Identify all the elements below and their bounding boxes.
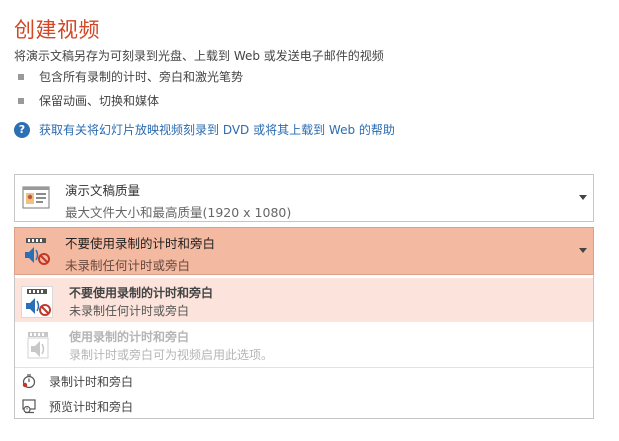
film-audio-icon [23, 330, 53, 360]
create-video-panel: 创建视频 将演示文稿另存为可刻录到光盘、上载到 Web 或发送电子邮件的视频 包… [0, 0, 619, 441]
option-description: 录制计时或旁白可为视频启用此选项。 [69, 348, 274, 362]
quality-label: 演示文稿质量 [65, 183, 141, 198]
page-title: 创建视频 [14, 18, 100, 42]
command-label: 预览计时和旁白 [49, 399, 134, 414]
preview-timing-icon [21, 398, 37, 414]
option-label: 使用录制的计时和旁白 [69, 330, 190, 344]
bullet-item: 包含所有录制的计时、旁白和激光笔势 [18, 68, 243, 85]
option-use-timing: 使用录制的计时和旁白 录制计时或旁白可为视频启用此选项。 [15, 324, 593, 366]
option-label: 不要使用录制的计时和旁白 [69, 286, 214, 300]
menu-divider [15, 367, 593, 368]
bullet-text: 包含所有录制的计时、旁白和激光笔势 [39, 70, 244, 84]
bullet-text: 保留动画、切换和媒体 [39, 94, 160, 108]
quality-description: 最大文件大小和最高质量(1920 x 1080) [65, 205, 292, 220]
help-link[interactable]: ? 获取有关将幻灯片放映视频刻录到 DVD 或将其上载到 Web 的帮助 [14, 121, 395, 138]
chevron-down-icon[interactable] [579, 195, 587, 200]
timing-label: 不要使用录制的计时和旁白 [65, 236, 216, 251]
option-description: 未录制任何计时或旁白 [69, 304, 190, 318]
help-question-icon: ? [14, 121, 30, 138]
timing-description: 未录制任何计时或旁白 [65, 258, 191, 273]
command-label: 录制计时和旁白 [49, 374, 134, 389]
film-audio-off-icon [21, 236, 51, 266]
option-no-timing[interactable]: 不要使用录制的计时和旁白 未录制任何计时或旁白 [15, 278, 593, 322]
bullet-square-icon [18, 73, 24, 80]
record-timing-command[interactable]: 录制计时和旁白 [15, 370, 593, 392]
quality-select[interactable]: 演示文稿质量 最大文件大小和最高质量(1920 x 1080) [14, 174, 594, 222]
bullet-item: 保留动画、切换和媒体 [18, 92, 159, 109]
help-link-text[interactable]: 获取有关将幻灯片放映视频刻录到 DVD 或将其上载到 Web 的帮助 [39, 121, 395, 138]
preview-timing-command[interactable]: 预览计时和旁白 [15, 395, 593, 417]
timing-dropdown-menu: 不要使用录制的计时和旁白 未录制任何计时或旁白 使用录制的计时和旁白 录制计时或… [14, 275, 594, 419]
film-audio-off-icon [21, 286, 53, 318]
chevron-down-icon[interactable] [579, 248, 587, 253]
bullet-square-icon [18, 97, 24, 104]
page-subtitle: 将演示文稿另存为可刻录到光盘、上载到 Web 或发送电子邮件的视频 [14, 49, 384, 63]
timing-select[interactable]: 不要使用录制的计时和旁白 未录制任何计时或旁白 [14, 227, 594, 275]
presentation-quality-icon [21, 183, 51, 213]
record-timing-icon [21, 373, 37, 389]
